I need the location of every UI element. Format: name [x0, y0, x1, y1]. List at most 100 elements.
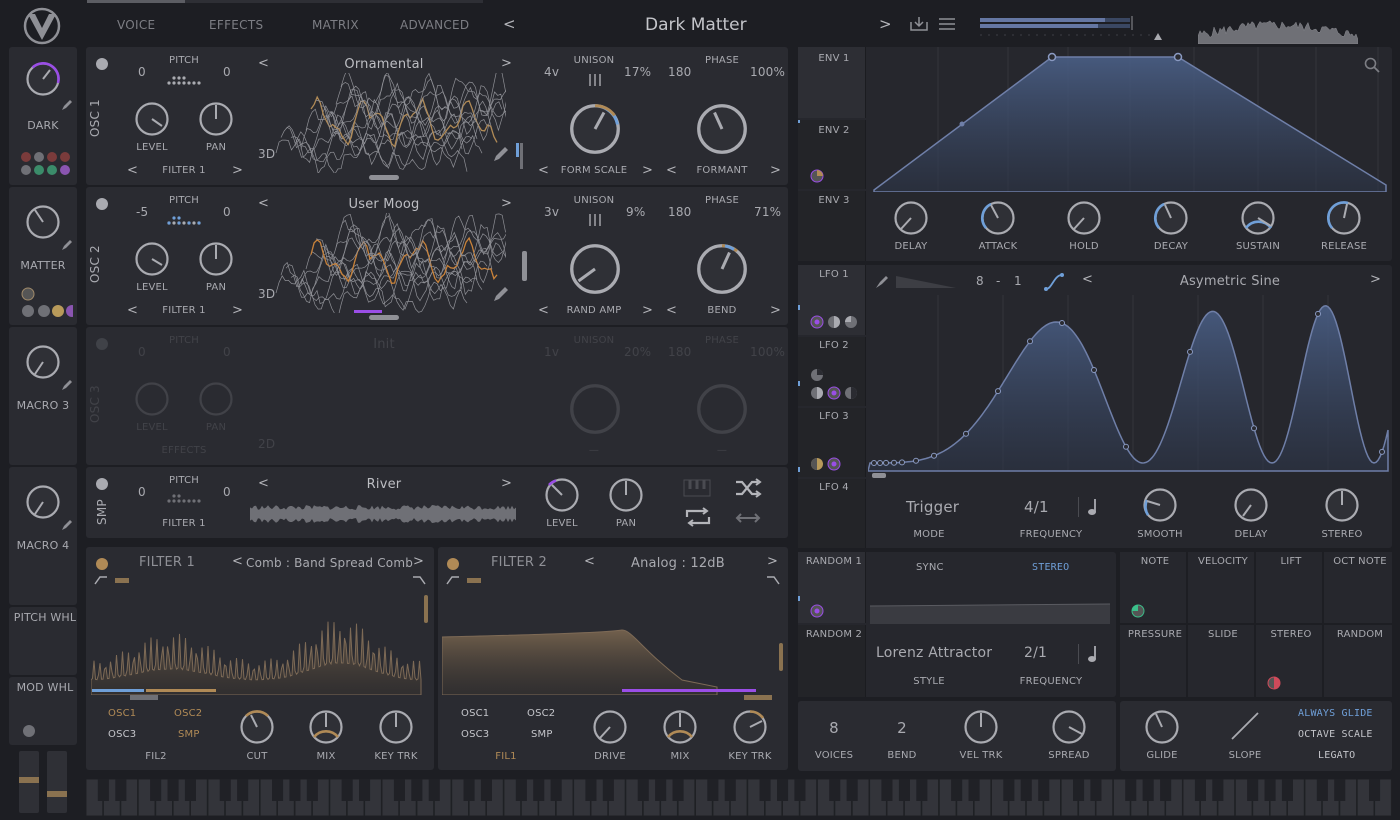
- osc3-unison-voices[interactable]: 1v: [544, 345, 559, 359]
- env-hold-knob[interactable]: [1064, 198, 1104, 238]
- osc2-phase-value[interactable]: 180: [668, 205, 692, 219]
- mod-cell-stereo[interactable]: STEREO: [1256, 625, 1322, 697]
- black-key[interactable]: [237, 779, 249, 801]
- black-key[interactable]: [219, 779, 231, 801]
- lfo-shape-next[interactable]: >: [1370, 272, 1381, 287]
- black-key[interactable]: [393, 779, 405, 801]
- highpass-icon[interactable]: [446, 575, 460, 585]
- filter2-model-next[interactable]: >: [767, 554, 778, 569]
- osc3-mod2-label[interactable]: —: [717, 445, 727, 456]
- lowpass-icon[interactable]: [766, 575, 780, 585]
- note-mod-icon[interactable]: [1130, 603, 1146, 619]
- osc2-mod2-label[interactable]: BEND: [707, 305, 736, 316]
- osc2-rand-amp-knob[interactable]: [565, 239, 625, 299]
- black-key[interactable]: [707, 779, 719, 801]
- lfo-point[interactable]: [913, 457, 919, 464]
- osc2-wt-prev[interactable]: <: [258, 196, 269, 211]
- black-key[interactable]: [341, 779, 353, 801]
- lfo-tab-1[interactable]: LFO 1: [798, 265, 866, 335]
- lfo2-mod-icons[interactable]: [809, 367, 861, 401]
- osc2-mod2-prev[interactable]: <: [666, 303, 677, 318]
- lfo-point[interactable]: [871, 460, 877, 466]
- random-stereo-option[interactable]: STEREO: [1032, 562, 1069, 573]
- black-key[interactable]: [1281, 779, 1293, 801]
- filter2-res-slider[interactable]: [779, 643, 783, 671]
- vel-trk-knob[interactable]: [961, 707, 1001, 747]
- lfo-point[interactable]: [1059, 320, 1065, 326]
- black-key[interactable]: [97, 779, 109, 801]
- black-key[interactable]: [1020, 779, 1032, 801]
- stereo-mod-icon[interactable]: [1266, 675, 1282, 691]
- lfo-graph[interactable]: [868, 295, 1390, 475]
- black-key[interactable]: [533, 779, 545, 801]
- keytrack-icon[interactable]: [683, 479, 711, 497]
- lfo-phase-slider[interactable]: [872, 473, 886, 478]
- filter2-src-osc2[interactable]: OSC2: [527, 708, 555, 719]
- black-key[interactable]: [1247, 779, 1259, 801]
- osc2-pitch-semi[interactable]: 0: [223, 205, 231, 219]
- osc1-dest-next[interactable]: >: [232, 163, 243, 178]
- macro-matter-knob[interactable]: [23, 202, 63, 242]
- osc3-phase-value[interactable]: 180: [668, 345, 692, 359]
- black-key[interactable]: [428, 779, 440, 801]
- black-key[interactable]: [951, 779, 963, 801]
- osc2-bend-knob[interactable]: [692, 239, 752, 299]
- osc1-unison-voices[interactable]: 4v: [544, 65, 559, 79]
- env-tab-3[interactable]: ENV 3: [798, 191, 866, 261]
- filter1-model[interactable]: Comb : Band Spread Comb: [246, 556, 413, 570]
- osc2-mod1-prev[interactable]: <: [538, 303, 549, 318]
- env-tab-2[interactable]: ENV 2: [798, 120, 866, 189]
- lfo-point[interactable]: [883, 459, 889, 466]
- lfo-tab-2[interactable]: LFO 2: [798, 337, 866, 406]
- tab-matrix[interactable]: MATRIX: [312, 18, 359, 32]
- lfo-shape-prev[interactable]: <: [1082, 272, 1093, 287]
- osc3-mod2-knob[interactable]: [692, 379, 752, 439]
- black-key[interactable]: [1194, 779, 1206, 801]
- filter2-fil-route[interactable]: FIL1: [495, 751, 516, 762]
- lfo-tab-4[interactable]: LFO 4: [798, 479, 866, 548]
- glide-knob[interactable]: [1142, 707, 1182, 747]
- filter1-src-smp[interactable]: SMP: [178, 729, 200, 740]
- keyboard[interactable]: [85, 778, 1392, 817]
- osc2-wt-next[interactable]: >: [501, 196, 512, 211]
- black-key[interactable]: [968, 779, 980, 801]
- random-frequency-value[interactable]: 2/1: [1024, 645, 1047, 661]
- osc1-edit-icon[interactable]: [492, 145, 510, 163]
- macro-3-knob[interactable]: [23, 342, 63, 382]
- filter1-model-next[interactable]: >: [413, 554, 424, 569]
- filter1-fil-route[interactable]: FIL2: [145, 751, 166, 762]
- black-key[interactable]: [1369, 779, 1381, 801]
- black-key[interactable]: [672, 779, 684, 801]
- osc1-pitch-octave[interactable]: 0: [138, 65, 146, 79]
- lfo-tab-3[interactable]: LFO 3: [798, 408, 866, 477]
- osc1-mod2-prev[interactable]: <: [666, 163, 677, 178]
- edit-pencil-icon[interactable]: [61, 239, 73, 251]
- lfo-delay-knob[interactable]: [1231, 485, 1271, 525]
- black-key[interactable]: [1090, 779, 1102, 801]
- random-graph[interactable]: [870, 600, 1112, 624]
- loop-icon[interactable]: [684, 507, 712, 527]
- env-delay-knob[interactable]: [891, 198, 931, 238]
- mod-cell-random[interactable]: RANDOM: [1324, 625, 1392, 697]
- smp-level-knob[interactable]: [542, 475, 582, 515]
- filter1-src-osc2[interactable]: OSC2: [174, 708, 202, 719]
- voices-value[interactable]: 8: [829, 719, 839, 737]
- osc1-mod1-prev[interactable]: <: [538, 163, 549, 178]
- black-key[interactable]: [184, 779, 196, 801]
- black-key[interactable]: [480, 779, 492, 801]
- osc2-enable-toggle[interactable]: [96, 198, 108, 210]
- osc2-wavetable-display[interactable]: [266, 213, 506, 313]
- osc1-wt-next[interactable]: >: [501, 56, 512, 71]
- preset-name[interactable]: Dark Matter: [645, 15, 747, 35]
- filter2-src-osc1[interactable]: OSC1: [461, 708, 489, 719]
- smp-enable-toggle[interactable]: [96, 478, 108, 490]
- octave-scale-toggle[interactable]: OCTAVE SCALE: [1298, 729, 1373, 740]
- lfo-point[interactable]: [1091, 367, 1097, 373]
- filter1-enable-toggle[interactable]: [96, 558, 108, 570]
- black-key[interactable]: [150, 779, 162, 801]
- filter2-model[interactable]: Analog : 12dB: [631, 556, 725, 571]
- black-key[interactable]: [777, 779, 789, 801]
- lfo-mode-value[interactable]: Trigger: [906, 498, 959, 516]
- black-key[interactable]: [1073, 779, 1085, 801]
- osc1-form-scale-knob[interactable]: [565, 99, 625, 159]
